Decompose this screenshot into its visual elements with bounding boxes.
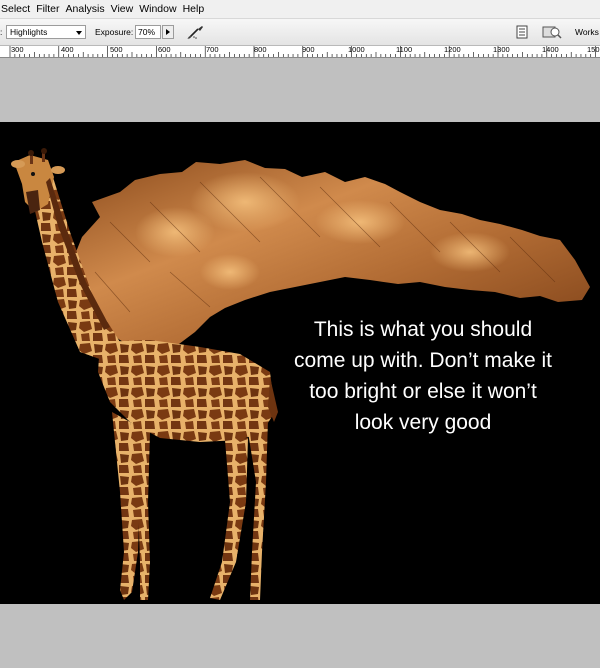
tool-options-bar: : Highlights Exposure: 70% Works [0, 19, 600, 46]
caption-line: too bright or else it won’t [309, 380, 537, 403]
menu-bar: Select Filter Analysis View Window Help [0, 0, 600, 19]
menu-filter[interactable]: Filter [36, 3, 65, 15]
exposure-slider-button[interactable] [162, 25, 174, 39]
airbrush-icon[interactable] [186, 23, 206, 41]
document-canvas[interactable]: This is what you should come up with. Do… [0, 122, 600, 604]
range-select-value: Highlights [10, 27, 48, 37]
document-icon[interactable] [515, 25, 529, 39]
ruler-label: 400 [61, 46, 74, 54]
exposure-input[interactable]: 70% [135, 25, 161, 39]
range-prefix: : [0, 27, 3, 37]
ruler-label: 300 [11, 46, 24, 54]
caption-line: This is what you should [313, 318, 533, 341]
caption-line: come up with. Don’t make it [294, 349, 552, 372]
range-select[interactable]: Highlights [6, 25, 86, 39]
menu-view[interactable]: View [111, 3, 140, 15]
ruler-label: 600 [158, 46, 171, 54]
menu-analysis[interactable]: Analysis [66, 3, 111, 15]
ruler-label: 1200 [444, 46, 461, 54]
menu-select[interactable]: Select [1, 3, 36, 15]
ruler-label: 1400 [542, 46, 559, 54]
chevron-down-icon [76, 31, 82, 35]
workspace-label[interactable]: Works [575, 27, 599, 37]
launch-bridge-icon[interactable] [541, 23, 563, 41]
tutorial-caption: This is what you should come up with. Do… [258, 314, 588, 438]
menu-window[interactable]: Window [139, 3, 182, 15]
ruler-ticks [9, 46, 596, 57]
ruler-label: 1000 [348, 46, 365, 54]
ruler-label: 150 [587, 46, 600, 54]
ruler-label: 1100 [396, 46, 413, 54]
horizontal-ruler: 300 400 500 600 700 800 900 1000 1100 12… [0, 46, 600, 58]
ruler-label: 900 [302, 46, 315, 54]
ruler-label: 500 [110, 46, 123, 54]
ruler-label: 700 [206, 46, 219, 54]
menu-help[interactable]: Help [183, 3, 211, 15]
ruler-label: 800 [254, 46, 267, 54]
ruler-label: 1300 [493, 46, 510, 54]
caption-line: look very good [354, 411, 492, 434]
exposure-label: Exposure: [95, 27, 134, 37]
